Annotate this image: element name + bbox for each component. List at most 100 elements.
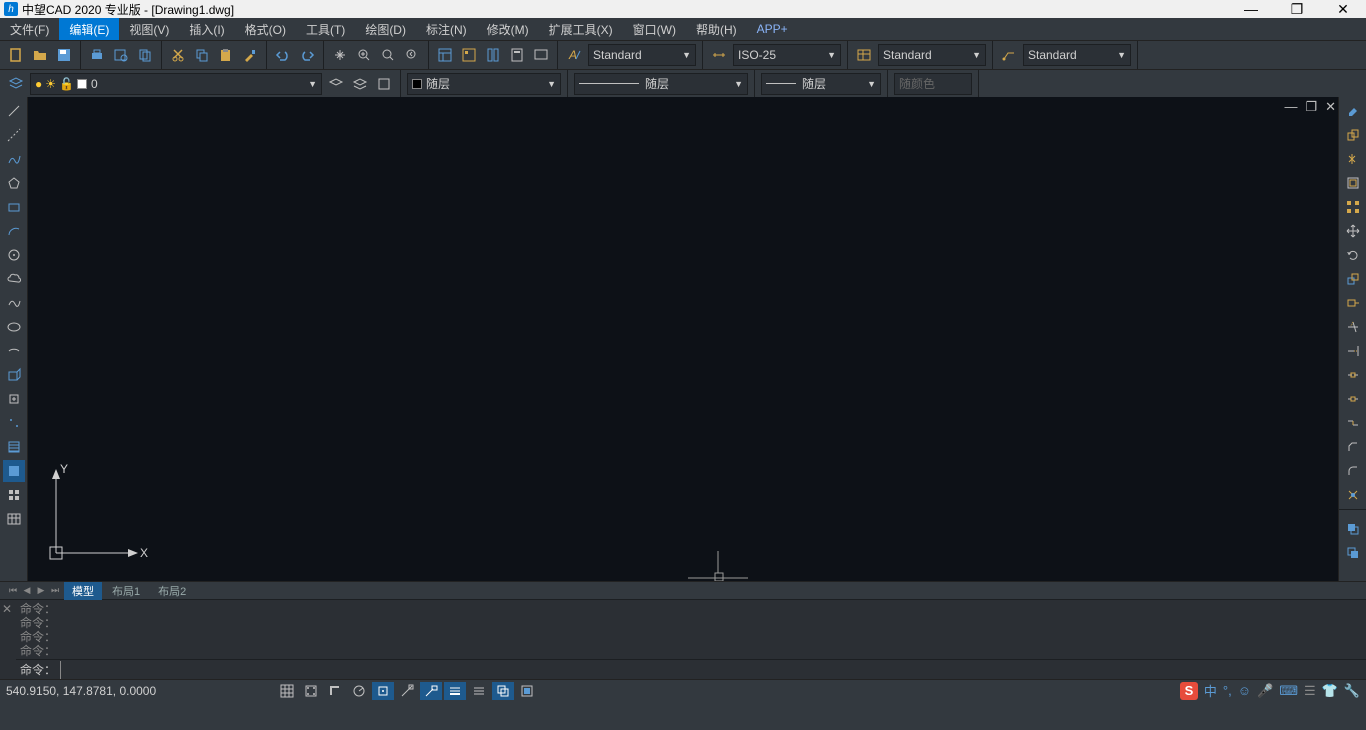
ime-mic-icon[interactable]: 🎤 <box>1257 683 1273 699</box>
tab-layout1[interactable]: 布局1 <box>104 582 148 600</box>
otrack-toggle[interactable] <box>396 682 418 700</box>
draworder-tool[interactable] <box>1342 518 1364 540</box>
gradient-tool[interactable] <box>3 460 25 482</box>
drawing-canvas[interactable]: — ❐ ✕ Y X <box>28 97 1338 581</box>
erase-tool[interactable] <box>1342 100 1364 122</box>
region-tool[interactable] <box>3 484 25 506</box>
tab-next-button[interactable]: ▶ <box>34 584 48 598</box>
properties-button[interactable] <box>434 44 456 66</box>
copy-tool[interactable] <box>1342 124 1364 146</box>
ime-lang[interactable]: 中 <box>1204 681 1217 700</box>
table-tool[interactable] <box>3 508 25 530</box>
layer-previous-button[interactable] <box>325 73 347 95</box>
menu-window[interactable]: 窗口(W) <box>623 18 686 40</box>
layer-states-button[interactable] <box>349 73 371 95</box>
move-tool[interactable] <box>1342 220 1364 242</box>
tab-layout2[interactable]: 布局2 <box>150 582 194 600</box>
ime-tool-icon[interactable]: 🔧 <box>1344 683 1360 699</box>
print-button[interactable] <box>86 44 108 66</box>
layer-isolate-button[interactable] <box>373 73 395 95</box>
arc-tool[interactable] <box>3 220 25 242</box>
rotate-tool[interactable] <box>1342 244 1364 266</box>
ellipse-tool[interactable] <box>3 316 25 338</box>
doc-maximize-button[interactable]: ❐ <box>1305 99 1317 115</box>
ime-emoji-icon[interactable]: ☺ <box>1238 683 1251 698</box>
menu-app-plus[interactable]: APP+ <box>747 18 798 40</box>
circle-tool[interactable] <box>3 244 25 266</box>
menu-modify[interactable]: 修改(M) <box>477 18 539 40</box>
ellipse-arc-tool[interactable] <box>3 340 25 362</box>
ime-icon[interactable]: S <box>1180 682 1198 700</box>
lwt-toggle[interactable] <box>444 682 466 700</box>
plotstyle-dropdown[interactable]: 随颜色 <box>894 73 972 95</box>
line-tool[interactable] <box>3 100 25 122</box>
doc-close-button[interactable]: ✕ <box>1325 99 1336 115</box>
color-dropdown[interactable]: 随层 ▼ <box>407 73 561 95</box>
command-input[interactable] <box>60 661 1362 679</box>
chamfer-tool[interactable] <box>1342 436 1364 458</box>
polyline-tool[interactable] <box>3 148 25 170</box>
lineweight-dropdown[interactable]: 随层 ▼ <box>761 73 881 95</box>
text-style-dropdown[interactable]: Standard▼ <box>588 44 696 66</box>
zoom-window-button[interactable] <box>377 44 399 66</box>
save-button[interactable] <box>53 44 75 66</box>
pan-button[interactable] <box>329 44 351 66</box>
mleader-style-icon[interactable] <box>998 44 1020 66</box>
ime-settings-icon[interactable]: ☰ <box>1304 683 1316 699</box>
join-tool[interactable] <box>1342 412 1364 434</box>
layer-dropdown[interactable]: ● ☀ 🔓 0 ▼ <box>30 73 322 95</box>
tab-first-button[interactable]: ⏮ <box>6 584 20 598</box>
cycling-toggle[interactable] <box>492 682 514 700</box>
grid-toggle[interactable] <box>276 682 298 700</box>
dyn-toggle[interactable] <box>420 682 442 700</box>
command-close-button[interactable]: ✕ <box>0 600 16 679</box>
break-at-point-tool[interactable] <box>1342 364 1364 386</box>
window-minimize-button[interactable]: — <box>1228 0 1274 18</box>
mirror-tool[interactable] <box>1342 148 1364 170</box>
point-tool[interactable] <box>3 412 25 434</box>
zoom-realtime-button[interactable] <box>353 44 375 66</box>
ime-punct-icon[interactable]: °, <box>1223 683 1232 698</box>
copy-button[interactable] <box>191 44 213 66</box>
layer-manager-button[interactable] <box>5 73 27 95</box>
table-style-dropdown[interactable]: Standard▼ <box>878 44 986 66</box>
lineweight-display-toggle[interactable] <box>468 682 490 700</box>
insert-block-tool[interactable] <box>3 364 25 386</box>
ortho-toggle[interactable] <box>324 682 346 700</box>
mleader-style-dropdown[interactable]: Standard▼ <box>1023 44 1131 66</box>
offset-tool[interactable] <box>1342 172 1364 194</box>
extend-tool[interactable] <box>1342 340 1364 362</box>
menu-dimension[interactable]: 标注(N) <box>416 18 477 40</box>
fillet-tool[interactable] <box>1342 460 1364 482</box>
stretch-tool[interactable] <box>1342 292 1364 314</box>
revision-cloud-tool[interactable] <box>3 268 25 290</box>
menu-draw[interactable]: 绘图(D) <box>355 18 416 40</box>
undo-button[interactable] <box>272 44 294 66</box>
command-history[interactable]: 命令： 命令： 命令： 命令： <box>16 600 1366 659</box>
menu-help[interactable]: 帮助(H) <box>686 18 747 40</box>
draworder-back-tool[interactable] <box>1342 542 1364 564</box>
match-properties-button[interactable] <box>239 44 261 66</box>
tab-prev-button[interactable]: ◀ <box>20 584 34 598</box>
make-block-tool[interactable] <box>3 388 25 410</box>
cut-button[interactable] <box>167 44 189 66</box>
spline-tool[interactable] <box>3 292 25 314</box>
calculator-button[interactable] <box>506 44 528 66</box>
coordinates-display[interactable]: 540.9150, 147.8781, 0.0000 <box>6 684 276 698</box>
design-center-button[interactable] <box>458 44 480 66</box>
linetype-dropdown[interactable]: 随层 ▼ <box>574 73 748 95</box>
tab-last-button[interactable]: ⏭ <box>48 584 62 598</box>
open-button[interactable] <box>29 44 51 66</box>
new-button[interactable] <box>5 44 27 66</box>
menu-edit[interactable]: 编辑(E) <box>59 18 119 40</box>
text-style-icon[interactable]: A <box>563 44 585 66</box>
clean-screen-button[interactable] <box>530 44 552 66</box>
ime-keyboard-icon[interactable]: ⌨ <box>1279 683 1298 699</box>
trim-tool[interactable] <box>1342 316 1364 338</box>
tool-palettes-button[interactable] <box>482 44 504 66</box>
paste-button[interactable] <box>215 44 237 66</box>
window-maximize-button[interactable]: ❐ <box>1274 0 1320 18</box>
menu-extended[interactable]: 扩展工具(X) <box>539 18 623 40</box>
osnap-toggle[interactable] <box>372 682 394 700</box>
break-tool[interactable] <box>1342 388 1364 410</box>
